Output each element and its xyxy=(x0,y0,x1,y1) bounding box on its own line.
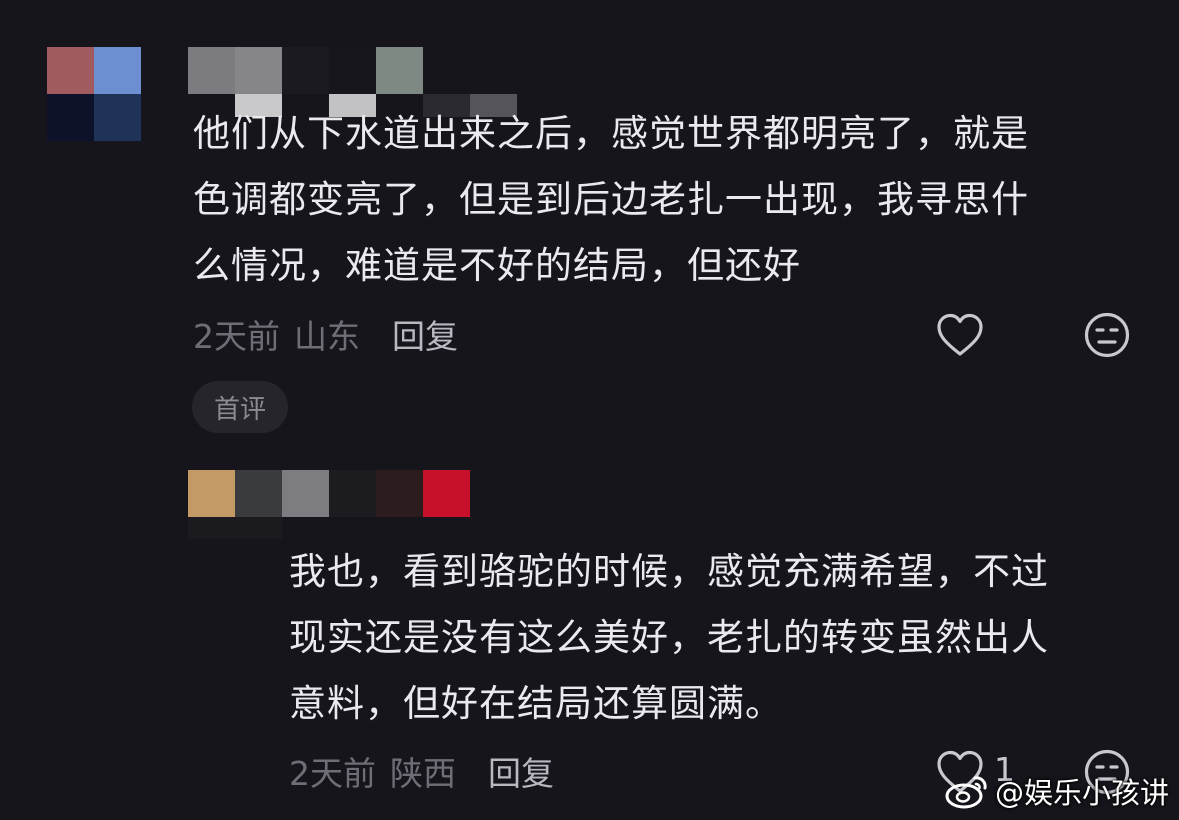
watermark: @娱乐小孩讲 xyxy=(945,770,1169,812)
reply-location: 陕西 xyxy=(390,754,456,793)
reply-user[interactable] xyxy=(188,470,518,540)
comment-reply-button[interactable]: 回复 xyxy=(392,310,458,358)
first-comment-badge: 首评 xyxy=(192,381,288,433)
watermark-text: @娱乐小孩讲 xyxy=(994,776,1169,810)
meh-face-icon[interactable] xyxy=(1084,312,1130,358)
comment-location: 山东 xyxy=(294,317,360,356)
heart-icon[interactable] xyxy=(936,312,984,358)
reply-time: 2天前 xyxy=(289,754,376,793)
comment-meta: 2天前 山东 回复 xyxy=(193,310,458,358)
comment-avatar[interactable] xyxy=(47,47,141,141)
reply-text-line: 现实还是没有这么美好，老扎的转变虽然出人 xyxy=(289,616,1049,659)
comment-text: 他们从下水道出来之后，感觉世界都明亮了，就是 色调都变亮了，但是到后边老扎一出现… xyxy=(193,101,1153,299)
reply-text-line: 意料，但好在结局还算圆满。 xyxy=(289,682,783,725)
reply-reply-button[interactable]: 回复 xyxy=(488,747,554,795)
comment-text-line: 色调都变亮了，但是到后边老扎一出现，我寻思什 xyxy=(193,178,1029,221)
comment-text-line: 他们从下水道出来之后，感觉世界都明亮了，就是 xyxy=(193,112,1029,155)
weibo-logo-icon xyxy=(945,773,989,809)
reply-meta: 2天前 陕西 回复 xyxy=(289,747,554,795)
reply-text: 我也，看到骆驼的时候，感觉充满希望，不过 现实还是没有这么美好，老扎的转变虽然出… xyxy=(289,539,1159,737)
comment-time: 2天前 xyxy=(193,317,280,356)
comment-text-line: 么情况，难道是不好的结局，但还好 xyxy=(193,244,801,287)
reply-text-line: 我也，看到骆驼的时候，感觉充满希望，不过 xyxy=(289,550,1049,593)
